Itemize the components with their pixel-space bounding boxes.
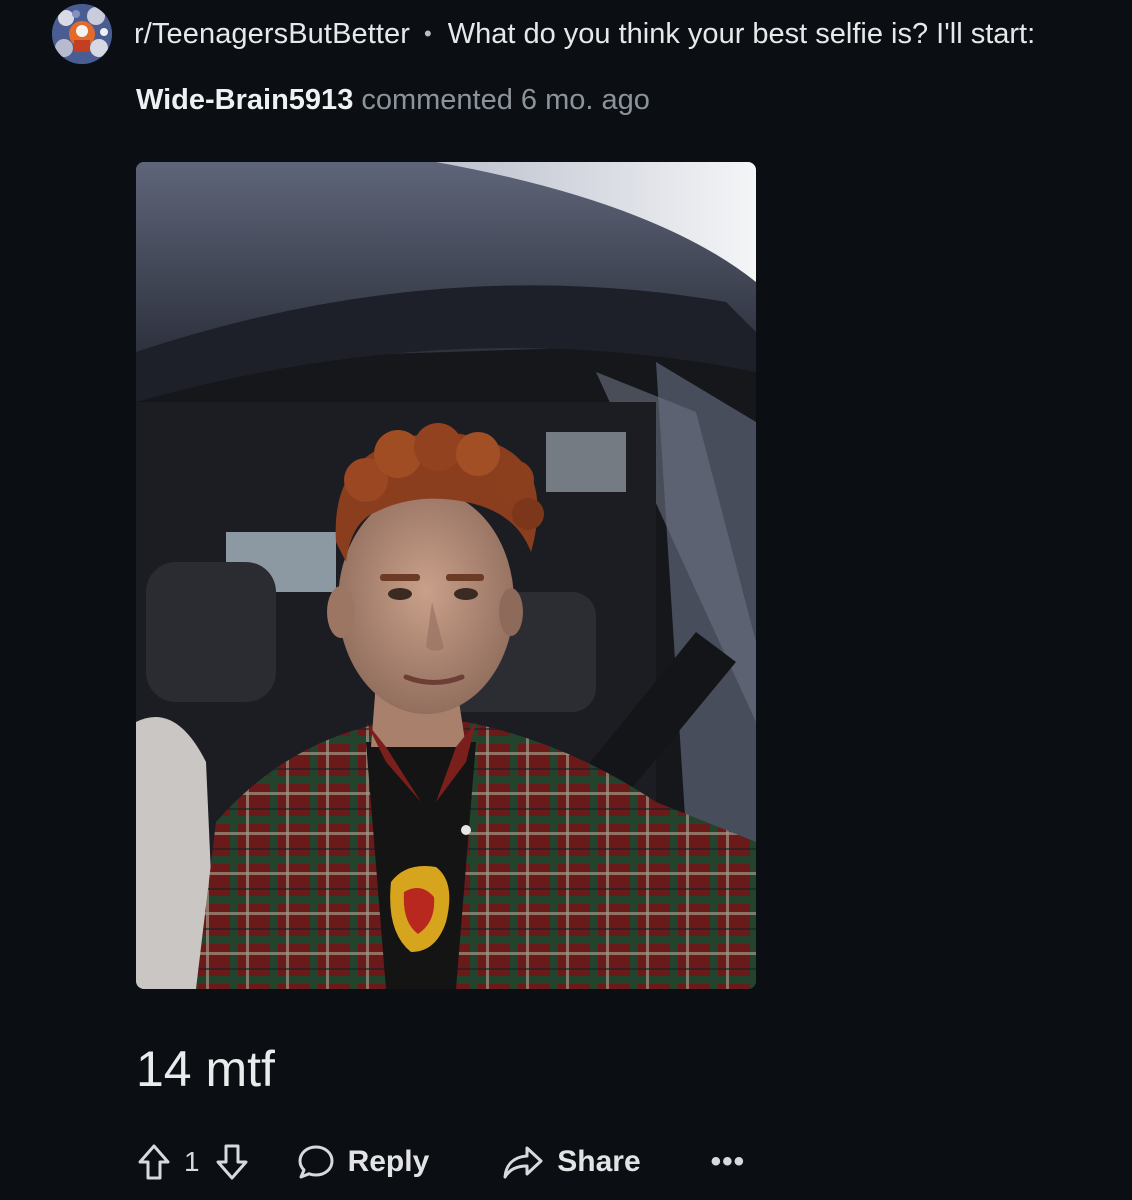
share-label: Share: [557, 1145, 641, 1178]
reply-label: Reply: [347, 1145, 430, 1178]
separator-dot: •: [424, 21, 432, 46]
reply-button[interactable]: Reply: [296, 1142, 430, 1182]
vote-group: 1: [134, 1140, 252, 1184]
subreddit-avatar[interactable]: [52, 4, 112, 64]
comment-author[interactable]: Wide-Brain5913: [136, 84, 353, 116]
comment-body: 14 mtf: [136, 1041, 275, 1097]
vote-count: 1: [184, 1146, 200, 1177]
downvote-arrow-icon: [216, 1144, 248, 1180]
more-options-button[interactable]: •••: [711, 1147, 746, 1177]
upvote-button[interactable]: [134, 1140, 174, 1184]
comment-timestamp: commented 6 mo. ago: [361, 84, 650, 116]
post-title[interactable]: What do you think your best selfie is? I…: [448, 18, 1035, 51]
share-button[interactable]: Share: [501, 1142, 641, 1182]
comment-bubble-icon: [298, 1145, 334, 1179]
comment-image[interactable]: [136, 162, 756, 989]
downvote-button[interactable]: [212, 1140, 252, 1184]
reddit-comment-screenshot: r/TeenagersButBetter • What do you think…: [0, 0, 1132, 1200]
subreddit-name[interactable]: r/TeenagersButBetter: [134, 18, 410, 51]
share-arrow-icon: [503, 1146, 543, 1179]
comment-meta: Wide-Brain5913 commented 6 mo. ago: [136, 84, 650, 117]
post-header: r/TeenagersButBetter • What do you think…: [52, 4, 1035, 64]
comment-actions: 1 Reply Share •••: [134, 1136, 745, 1188]
upvote-arrow-icon: [138, 1144, 170, 1180]
